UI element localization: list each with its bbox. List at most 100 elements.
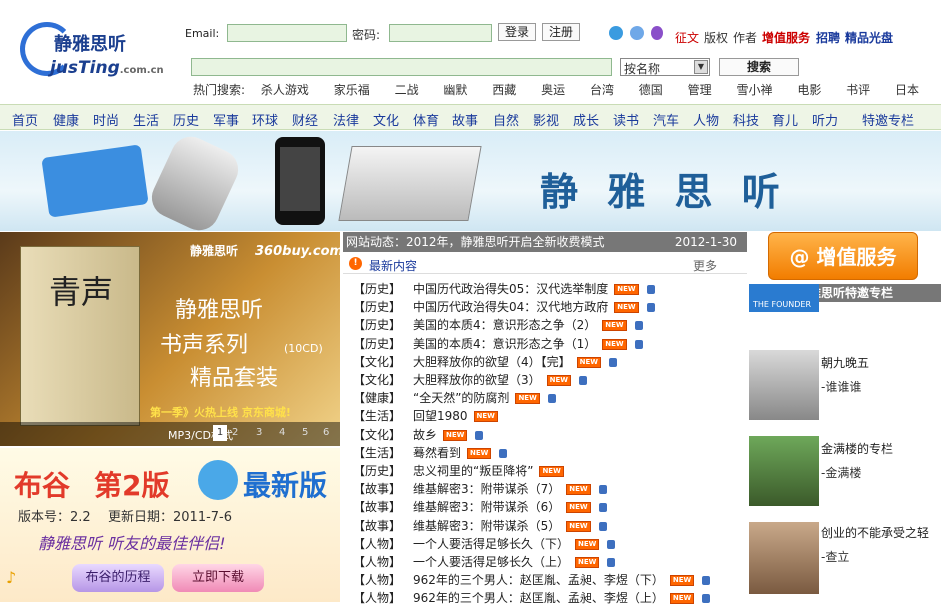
news-title[interactable]: 美国的本质4：意识形态之争（1）: [413, 337, 596, 351]
news-item[interactable]: 【故事】 维基解密3：附带谋杀（6） NEW: [353, 498, 607, 516]
news-category[interactable]: 【文化】: [353, 353, 413, 370]
news-item[interactable]: 【生活】 回望1980 NEW: [353, 407, 498, 425]
chevron-down-icon[interactable]: ▼: [694, 60, 708, 74]
news-title[interactable]: 美国的本质4：意识形态之争（2）: [413, 318, 596, 332]
nav-item[interactable]: 听力: [812, 110, 838, 129]
nav-item[interactable]: 生活: [133, 110, 159, 129]
hot-term[interactable]: 二战: [395, 83, 419, 97]
site-dynamic-text[interactable]: 网站动态：2012年，静雅思听开启全新收费模式: [346, 235, 605, 249]
news-category[interactable]: 【历史】: [353, 462, 413, 479]
news-title[interactable]: 维基解密3：附带谋杀（7）: [413, 482, 560, 496]
nav-item[interactable]: 特邀专栏: [862, 110, 914, 129]
slide-page[interactable]: 6: [323, 427, 329, 438]
news-category[interactable]: 【人物】: [353, 553, 413, 570]
column-author[interactable]: -谁谁谁: [821, 378, 861, 395]
hot-term[interactable]: 西藏: [492, 83, 516, 97]
news-item[interactable]: 【故事】 维基解密3：附带谋杀（5） NEW: [353, 517, 607, 535]
news-title[interactable]: 维基解密3：附带谋杀（5）: [413, 519, 560, 533]
nav-item[interactable]: 文化: [373, 110, 399, 129]
column-author[interactable]: -查立: [821, 548, 849, 565]
column-title[interactable]: 创业的不能承受之轻: [821, 524, 929, 541]
slide-page[interactable]: 5: [302, 427, 308, 438]
nav-item[interactable]: 科技: [733, 110, 759, 129]
news-item[interactable]: 【历史】 中国历代政治得失05：汉代选举制度 NEW: [353, 280, 655, 298]
link-copyright[interactable]: 版权: [704, 29, 728, 46]
slide-page[interactable]: 2: [232, 427, 238, 438]
news-category[interactable]: 【生活】: [353, 444, 413, 461]
hot-term[interactable]: 书评: [846, 83, 870, 97]
news-category[interactable]: 【人物】: [353, 589, 413, 606]
news-title[interactable]: 蓦然看到: [413, 446, 461, 460]
news-item[interactable]: 【人物】 962年的三个男人：赵匡胤、孟昶、李煜（上） NEW: [353, 589, 711, 607]
nav-item[interactable]: 首页: [12, 110, 38, 129]
news-title[interactable]: 一个人要活得足够长久（上）: [413, 555, 569, 569]
hot-term[interactable]: 管理: [688, 83, 712, 97]
login-button[interactable]: 登录: [498, 23, 536, 41]
hot-term[interactable]: 日本: [895, 83, 919, 97]
register-button[interactable]: 注册: [542, 23, 580, 41]
nav-item[interactable]: 历史: [173, 110, 199, 129]
news-title[interactable]: 大胆释放你的欲望（4）【完】: [413, 355, 571, 369]
bird-icon[interactable]: [609, 26, 623, 40]
download-button[interactable]: 立即下载: [172, 564, 264, 592]
more-link[interactable]: 更多: [693, 257, 717, 274]
search-input[interactable]: [191, 58, 612, 76]
column-title[interactable]: 金满楼的专栏: [821, 440, 893, 457]
news-title[interactable]: 中国历代政治得失05：汉代选举制度: [413, 282, 608, 296]
news-category[interactable]: 【健康】: [353, 389, 413, 406]
news-item[interactable]: 【人物】 一个人要活得足够长久（下） NEW: [353, 535, 616, 553]
balloon-icon[interactable]: [651, 26, 663, 40]
link-vas[interactable]: 增值服务: [762, 29, 810, 46]
news-title[interactable]: 962年的三个男人：赵匡胤、孟昶、李煜（下）: [413, 573, 664, 587]
nav-item[interactable]: 读书: [613, 110, 639, 129]
link-essay[interactable]: 征文: [675, 29, 699, 46]
news-item[interactable]: 【历史】 美国的本质4：意识形态之争（2） NEW: [353, 316, 643, 334]
nav-item[interactable]: 影视: [533, 110, 559, 129]
news-category[interactable]: 【历史】: [353, 335, 413, 352]
site-logo[interactable]: 静雅思听 jusTing.com.cn: [20, 20, 164, 80]
column-avatar[interactable]: [749, 522, 819, 594]
nav-item[interactable]: 成长: [573, 110, 599, 129]
news-title[interactable]: 962年的三个男人：赵匡胤、孟昶、李煜（上）: [413, 591, 664, 605]
nav-item[interactable]: 健康: [53, 110, 79, 129]
share-icon[interactable]: [630, 26, 644, 40]
search-type-select[interactable]: 按名称 ▼: [620, 58, 710, 76]
hot-term[interactable]: 家乐福: [334, 83, 370, 97]
news-category[interactable]: 【生活】: [353, 407, 413, 424]
news-category[interactable]: 【历史】: [353, 280, 413, 297]
hero-banner[interactable]: 静 雅 思 听: [0, 130, 941, 237]
column-title[interactable]: 朝九晚五: [821, 354, 869, 371]
news-title[interactable]: 维基解密3：附带谋杀（6）: [413, 500, 560, 514]
slide-page[interactable]: 3: [256, 427, 262, 438]
news-title[interactable]: “全天然”的防腐剂: [413, 391, 509, 405]
column-avatar[interactable]: [749, 350, 819, 420]
hot-term[interactable]: 德国: [639, 83, 663, 97]
hot-term[interactable]: 奥运: [541, 83, 565, 97]
hot-term[interactable]: 台湾: [590, 83, 614, 97]
link-cd[interactable]: 精品光盘: [845, 29, 893, 46]
hot-term[interactable]: 杀人游戏: [261, 83, 309, 97]
news-category[interactable]: 【文化】: [353, 371, 413, 388]
news-item[interactable]: 【健康】 “全天然”的防腐剂 NEW: [353, 389, 556, 407]
hot-term[interactable]: 雪小禅: [736, 83, 772, 97]
news-item[interactable]: 【历史】 忠义祠里的“叛臣降将” NEW: [353, 462, 564, 480]
bugu-history-button[interactable]: 布谷的历程: [72, 564, 164, 592]
site-dynamic-bar[interactable]: 网站动态：2012年，静雅思听开启全新收费模式 2012-1-30: [343, 232, 747, 252]
value-added-service-button[interactable]: @ 增值服务: [768, 232, 918, 280]
nav-item[interactable]: 军事: [213, 110, 239, 129]
news-category[interactable]: 【故事】: [353, 480, 413, 497]
slide-page[interactable]: 4: [279, 427, 285, 438]
hot-term[interactable]: 幽默: [443, 83, 467, 97]
nav-item[interactable]: 人物: [693, 110, 719, 129]
password-field[interactable]: [389, 24, 492, 42]
news-title[interactable]: 中国历代政治得失04：汉代地方政府: [413, 300, 608, 314]
news-item[interactable]: 【生活】 蓦然看到 NEW: [353, 444, 508, 462]
link-jobs[interactable]: 招聘: [816, 29, 840, 46]
news-category[interactable]: 【故事】: [353, 498, 413, 515]
column-author[interactable]: -金满楼: [821, 464, 861, 481]
news-category[interactable]: 【人物】: [353, 571, 413, 588]
hot-term[interactable]: 电影: [797, 83, 821, 97]
news-category[interactable]: 【人物】: [353, 535, 413, 552]
news-item[interactable]: 【故事】 维基解密3：附带谋杀（7） NEW: [353, 480, 607, 498]
slide-page[interactable]: 1: [213, 425, 227, 441]
